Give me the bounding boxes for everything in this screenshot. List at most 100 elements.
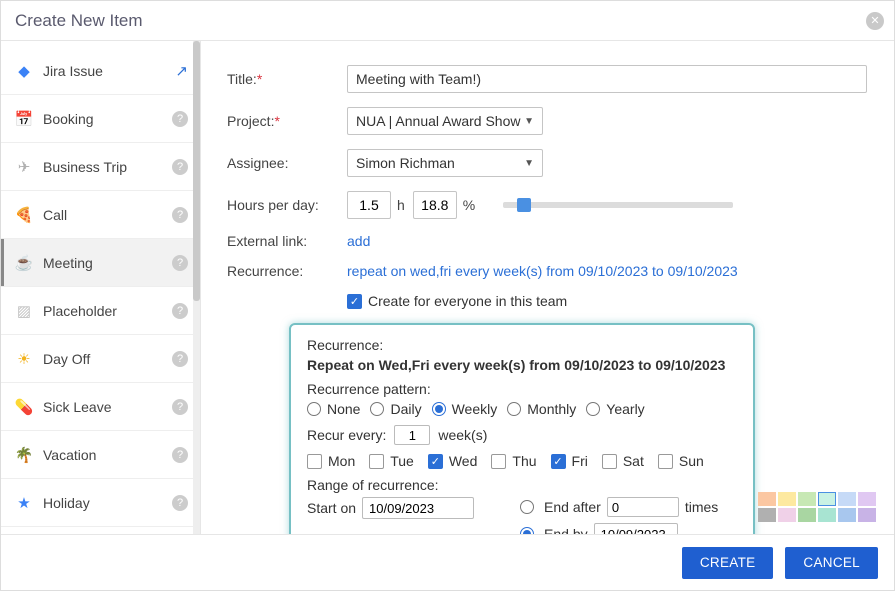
percent-input[interactable] — [413, 191, 457, 219]
add-external-link[interactable]: add — [347, 233, 370, 249]
day-option-sun: Sun — [658, 453, 704, 469]
sidebar-item-day-off[interactable]: ☀Day Off? — [1, 335, 200, 383]
end-by-option: End by — [520, 523, 718, 534]
sidebar-item-call[interactable]: 🍕Call? — [1, 191, 200, 239]
color-swatch[interactable] — [798, 492, 816, 506]
label-hours: Hours per day: — [227, 197, 347, 213]
color-swatch[interactable] — [838, 508, 856, 522]
pattern-yearly-radio[interactable] — [586, 402, 600, 416]
weekday-row: MonTue✓WedThu✓FriSatSun — [307, 453, 737, 469]
row-project: Project:* NUA | Annual Award Show ▼ — [227, 107, 868, 135]
end-after-input[interactable] — [607, 497, 679, 517]
color-swatch[interactable] — [758, 492, 776, 506]
help-icon[interactable]: ? — [172, 159, 188, 175]
day-off-icon: ☀ — [15, 350, 33, 368]
sidebar-item-label: Booking — [43, 111, 162, 127]
day-wed-checkbox[interactable]: ✓ — [428, 454, 443, 469]
hours-unit: h — [397, 197, 405, 213]
sidebar-item-label: Meeting — [43, 255, 162, 271]
day-wed-label: Wed — [449, 453, 478, 469]
scrollbar-thumb[interactable] — [193, 41, 200, 301]
sidebar-scrollbar[interactable] — [193, 41, 200, 534]
day-thu-label: Thu — [512, 453, 536, 469]
pattern-none-radio[interactable] — [307, 402, 321, 416]
sidebar-item-vacation[interactable]: 🌴Vacation? — [1, 431, 200, 479]
end-by-radio[interactable] — [520, 527, 534, 534]
help-icon[interactable]: ? — [172, 351, 188, 367]
help-icon[interactable]: ? — [172, 495, 188, 511]
label-end-by: End by — [544, 526, 588, 534]
row-external-link: External link: add — [227, 233, 868, 249]
label-external-link: External link: — [227, 233, 347, 249]
create-everyone-checkbox[interactable]: ✓ — [347, 294, 362, 309]
slider-thumb[interactable] — [517, 198, 531, 212]
color-swatch[interactable] — [818, 508, 836, 522]
help-icon[interactable]: ? — [172, 255, 188, 271]
percent-unit: % — [463, 197, 475, 213]
color-swatch[interactable] — [838, 492, 856, 506]
sick-leave-icon: 💊 — [15, 398, 33, 416]
help-icon[interactable]: ? — [172, 447, 188, 463]
color-swatch[interactable] — [778, 508, 796, 522]
day-thu-checkbox[interactable] — [491, 454, 506, 469]
day-fri-checkbox[interactable]: ✓ — [551, 454, 566, 469]
pattern-yearly-label: Yearly — [606, 401, 644, 417]
create-everyone-label: Create for everyone in this team — [368, 293, 567, 309]
recur-every-row: Recur every: week(s) — [307, 425, 737, 445]
day-option-tue: Tue — [369, 453, 414, 469]
pattern-none-label: None — [327, 401, 360, 417]
color-swatch[interactable] — [778, 492, 796, 506]
item-type-sidebar: ◆Jira Issue↗📅Booking?✈Business Trip?🍕Cal… — [1, 41, 201, 534]
day-mon-checkbox[interactable] — [307, 454, 322, 469]
day-tue-checkbox[interactable] — [369, 454, 384, 469]
end-after-radio[interactable] — [520, 500, 534, 514]
color-swatch[interactable] — [858, 492, 876, 506]
color-swatch[interactable] — [818, 492, 836, 506]
sidebar-item-meeting[interactable]: ☕Meeting? — [1, 239, 200, 287]
pattern-daily-radio[interactable] — [370, 402, 384, 416]
cancel-button[interactable]: CANCEL — [785, 547, 878, 579]
sidebar-item-placeholder[interactable]: ▨Placeholder? — [1, 287, 200, 335]
project-select[interactable]: NUA | Annual Award Show ▼ — [347, 107, 543, 135]
business-trip-icon: ✈ — [15, 158, 33, 176]
sidebar-item-business-trip[interactable]: ✈Business Trip? — [1, 143, 200, 191]
pattern-monthly-radio[interactable] — [507, 402, 521, 416]
help-icon[interactable]: ? — [172, 111, 188, 127]
row-assignee: Assignee: Simon Richman ▼ — [227, 149, 868, 177]
create-button[interactable]: CREATE — [682, 547, 774, 579]
close-icon[interactable]: ✕ — [866, 12, 884, 30]
start-on-input[interactable] — [362, 497, 474, 519]
recur-every-input[interactable] — [394, 425, 430, 445]
pattern-weekly-radio[interactable] — [432, 402, 446, 416]
sidebar-item-jira-issue[interactable]: ◆Jira Issue↗ — [1, 47, 200, 95]
help-icon[interactable]: ? — [172, 303, 188, 319]
sidebar-item-label: Holiday — [43, 495, 162, 511]
help-icon[interactable]: ? — [172, 399, 188, 415]
sidebar-item-holiday[interactable]: ★Holiday? — [1, 479, 200, 527]
day-sat-checkbox[interactable] — [602, 454, 617, 469]
row-title: Title:* — [227, 65, 868, 93]
day-sun-checkbox[interactable] — [658, 454, 673, 469]
help-icon[interactable]: ? — [172, 207, 188, 223]
end-by-input[interactable] — [594, 523, 678, 534]
hours-slider[interactable] — [503, 202, 733, 208]
sidebar-item-sick-leave[interactable]: 💊Sick Leave? — [1, 383, 200, 431]
day-sat-label: Sat — [623, 453, 644, 469]
label-end-after: End after — [544, 499, 601, 515]
chevron-down-icon: ▼ — [524, 158, 534, 169]
color-swatch[interactable] — [758, 508, 776, 522]
color-swatch[interactable] — [798, 508, 816, 522]
hours-input[interactable] — [347, 191, 391, 219]
end-after-option: End after times — [520, 497, 718, 517]
recurrence-pattern-row: Recurrence pattern: NoneDailyWeeklyMonth… — [307, 381, 737, 417]
pattern-daily-label: Daily — [390, 401, 421, 417]
color-swatch[interactable] — [858, 508, 876, 522]
recurrence-summary-link[interactable]: repeat on wed,fri every week(s) from 09/… — [347, 263, 738, 279]
title-input[interactable] — [347, 65, 867, 93]
assignee-select[interactable]: Simon Richman ▼ — [347, 149, 543, 177]
sidebar-item-booking[interactable]: 📅Booking? — [1, 95, 200, 143]
label-recurrence: Recurrence: — [227, 263, 347, 279]
day-option-wed: ✓ Wed — [428, 453, 478, 469]
chevron-down-icon: ▼ — [524, 116, 534, 127]
external-link-icon[interactable]: ↗ — [175, 62, 188, 80]
